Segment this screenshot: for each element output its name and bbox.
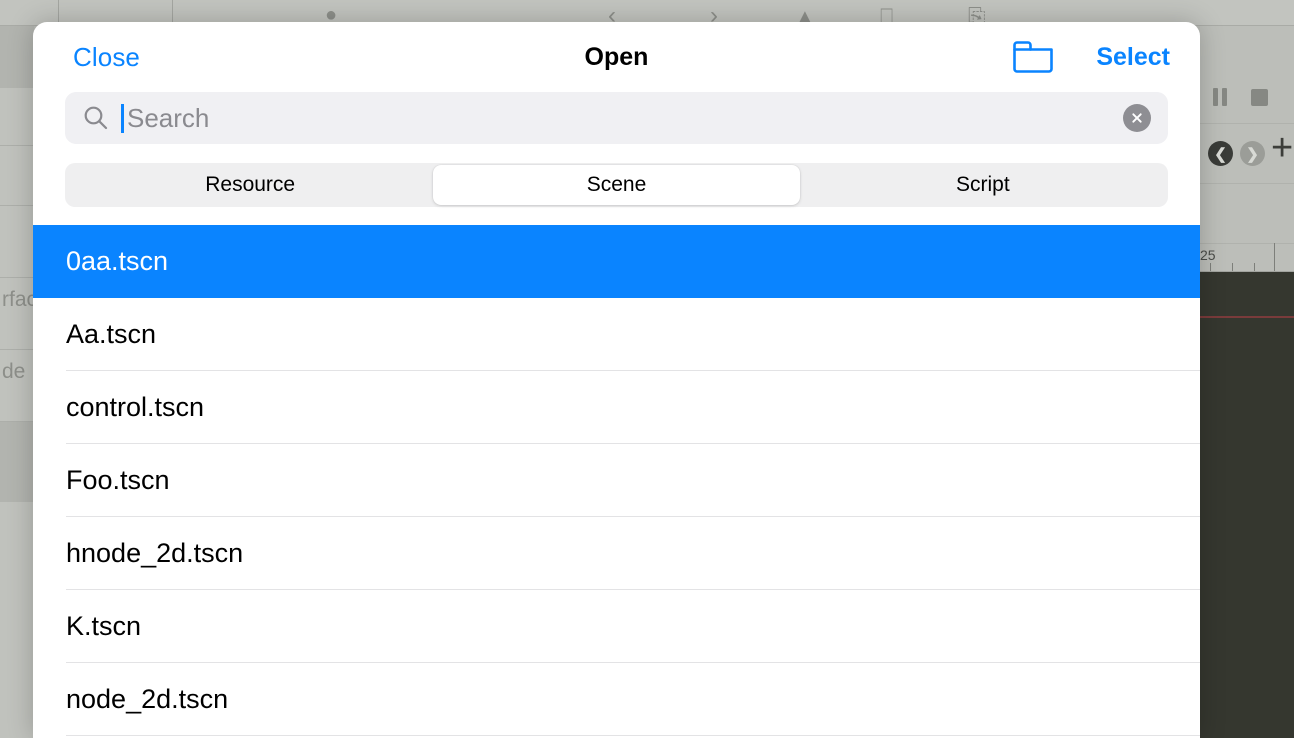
- secondary-toolbar: [1200, 184, 1294, 244]
- file-name: control.tscn: [66, 392, 205, 422]
- scene-viewport[interactable]: [1200, 272, 1294, 738]
- segment-label: Resource: [205, 173, 296, 196]
- plus-icon[interactable]: +: [1271, 129, 1293, 167]
- clear-search-icon[interactable]: [1123, 104, 1151, 132]
- search-section: [33, 92, 1200, 144]
- file-name: K.tscn: [66, 611, 142, 641]
- file-name: Aa.tscn: [66, 319, 157, 349]
- search-bar[interactable]: [65, 92, 1168, 144]
- navigation-toolbar: ❮ ❯ +: [1200, 124, 1294, 184]
- search-icon: [83, 105, 109, 136]
- horizontal-ruler: 25: [1200, 243, 1294, 272]
- file-list-item[interactable]: Foo.tscn: [33, 444, 1200, 517]
- ruler-label: 25: [1200, 247, 1216, 263]
- file-list-item[interactable]: hnode_2d.tscn: [33, 517, 1200, 590]
- file-list-item[interactable]: K.tscn: [33, 590, 1200, 663]
- text-caret: [121, 104, 124, 133]
- segment-resource[interactable]: Resource: [67, 165, 433, 205]
- circle-back-icon[interactable]: ❮: [1208, 141, 1233, 166]
- file-name: node_2d.tscn: [66, 684, 229, 714]
- type-segmented-control: Resource Scene Script: [65, 163, 1168, 207]
- filter-section: Resource Scene Script: [33, 144, 1200, 207]
- file-list-item[interactable]: control.tscn: [33, 371, 1200, 444]
- segment-script[interactable]: Script: [800, 165, 1166, 205]
- file-name: 0aa.tscn: [66, 246, 169, 276]
- viewport-axis-line: [1200, 316, 1294, 318]
- file-list-item[interactable]: Aa.tscn: [33, 298, 1200, 371]
- pause-icon[interactable]: [1213, 88, 1229, 106]
- segment-label: Script: [955, 173, 1010, 196]
- left-panel-row-label: de: [2, 360, 26, 383]
- stop-icon[interactable]: [1251, 89, 1268, 106]
- search-input[interactable]: [127, 92, 1108, 144]
- left-panel-row[interactable]: [0, 26, 34, 88]
- file-list[interactable]: 0aa.tscn Aa.tscn control.tscn Foo.tscn h…: [33, 225, 1200, 738]
- file-name: Foo.tscn: [66, 465, 170, 495]
- left-panel-row[interactable]: [0, 206, 34, 278]
- segment-scene[interactable]: Scene: [433, 165, 800, 205]
- file-name: hnode_2d.tscn: [66, 538, 244, 568]
- file-list-item[interactable]: 0aa.tscn: [33, 225, 1200, 298]
- circle-forward-icon[interactable]: ❯: [1240, 141, 1265, 166]
- left-panel-row[interactable]: rfac: [0, 278, 34, 350]
- playback-toolbar: [1200, 72, 1294, 124]
- editor-left-panel: rfac de: [0, 26, 34, 738]
- file-list-item[interactable]: node_2d.tscn: [33, 663, 1200, 736]
- editor-right-panel: ❮ ❯ + 25: [1200, 26, 1294, 738]
- folder-icon[interactable]: [1011, 39, 1055, 75]
- left-panel-row[interactable]: de: [0, 350, 34, 422]
- sheet-navbar: Close Open Select: [33, 22, 1200, 92]
- segment-label: Scene: [586, 173, 647, 196]
- left-panel-row[interactable]: [0, 88, 34, 146]
- left-panel-row-label: rfac: [2, 288, 34, 311]
- left-panel-row[interactable]: [0, 146, 34, 206]
- select-button[interactable]: Select: [1096, 43, 1170, 72]
- file-picker-sheet: Close Open Select Search Resource Scene …: [33, 22, 1200, 738]
- left-panel-row[interactable]: [0, 422, 34, 502]
- row-separator: [66, 735, 1200, 736]
